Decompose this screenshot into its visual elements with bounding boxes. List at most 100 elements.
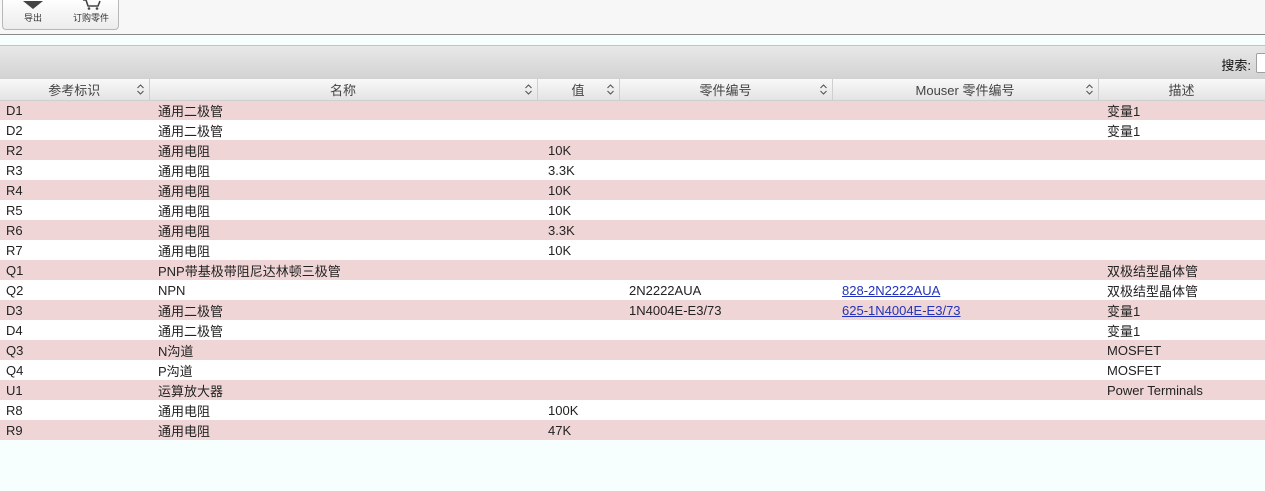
value-cell (537, 120, 619, 140)
value-cell (537, 380, 619, 400)
mouser-part-number-cell (832, 100, 1098, 120)
part-number-cell (619, 420, 832, 440)
part-number-cell (619, 160, 832, 180)
search-input[interactable] (1256, 53, 1265, 73)
name-cell: 运算放大器 (149, 380, 537, 400)
sort-icon (136, 84, 144, 95)
description-cell (1098, 200, 1265, 220)
part-number-cell (619, 320, 832, 340)
column-header-part-number[interactable]: 零件编号 (619, 79, 833, 101)
column-header-ref[interactable]: 参考标识 (0, 79, 150, 101)
part-number-cell (619, 360, 832, 380)
export-button-label: 导出 (23, 13, 42, 23)
description-cell: 双极结型晶体管 (1098, 280, 1265, 300)
value-cell: 10K (537, 240, 619, 260)
table-row: R3 通用电阻 3.3K (0, 160, 1265, 180)
column-header-description[interactable]: 描述 (1098, 79, 1265, 101)
mouser-part-number-cell (832, 320, 1098, 340)
mouser-part-number-cell (832, 360, 1098, 380)
ref-cell: Q3 (0, 340, 149, 360)
value-cell (537, 320, 619, 340)
mouser-part-number-cell (832, 120, 1098, 140)
value-cell: 10K (537, 180, 619, 200)
value-cell (537, 280, 619, 300)
description-cell (1098, 160, 1265, 180)
table-row: R7 通用电阻 10K (0, 240, 1265, 260)
value-cell: 10K (537, 200, 619, 220)
column-header-label: 名称 (329, 82, 356, 98)
ref-cell: Q2 (0, 280, 149, 300)
value-cell: 10K (537, 140, 619, 160)
table-row: Q2 NPN 2N2222AUA 828-2N2222AUA 双极结型晶体管 (0, 280, 1265, 300)
ref-cell: Q4 (0, 360, 149, 380)
column-header-value[interactable]: 值 (537, 79, 620, 101)
table-row: Q4 P沟道 MOSFET (0, 360, 1265, 380)
description-cell (1098, 140, 1265, 160)
header-row: 参考标识 名称 值 零件编号 Mouser 零件编号 描述 (0, 79, 1265, 101)
mouser-part-number-cell (832, 180, 1098, 200)
name-cell: 通用电阻 (149, 200, 537, 220)
mouser-part-number-cell (832, 340, 1098, 360)
table-row: R9 通用电阻 47K (0, 420, 1265, 440)
toolbar-button-group: 导出 订购零件 (2, 0, 119, 30)
export-button[interactable]: 导出 (15, 0, 51, 28)
ref-cell: D1 (0, 100, 149, 120)
table-row: R8 通用电阻 100K (0, 400, 1265, 420)
part-number-cell (619, 260, 832, 280)
description-cell: 变量1 (1098, 300, 1265, 320)
description-cell: 变量1 (1098, 100, 1265, 120)
sort-icon (524, 84, 532, 95)
ref-cell: R3 (0, 160, 149, 180)
part-number-cell (619, 200, 832, 220)
mouser-part-number-cell (832, 160, 1098, 180)
table-row: R4 通用电阻 10K (0, 180, 1265, 200)
name-cell: 通用电阻 (149, 160, 537, 180)
ref-cell: R2 (0, 140, 149, 160)
order-parts-button[interactable]: 订购零件 (63, 0, 119, 28)
description-cell (1098, 240, 1265, 260)
part-number-cell (619, 120, 832, 140)
name-cell: 通用电阻 (149, 220, 537, 240)
table-row: D1 通用二极管 变量1 (0, 100, 1265, 120)
name-cell: 通用电阻 (149, 180, 537, 200)
sort-icon (606, 84, 614, 95)
name-cell: 通用电阻 (149, 140, 537, 160)
name-cell: 通用二极管 (149, 100, 537, 120)
mouser-part-number-cell (832, 220, 1098, 240)
column-header-name[interactable]: 名称 (149, 79, 538, 101)
value-cell: 3.3K (537, 160, 619, 180)
cart-icon (83, 0, 101, 10)
ref-cell: D2 (0, 120, 149, 140)
table-row: Q3 N沟道 MOSFET (0, 340, 1265, 360)
value-cell: 47K (537, 420, 619, 440)
search-bar: 搜索: (0, 45, 1265, 79)
mouser-part-number-cell (832, 400, 1098, 420)
column-header-label: Mouser 零件编号 (915, 82, 1015, 98)
column-header-mouser-part-number[interactable]: Mouser 零件编号 (832, 79, 1099, 101)
table-row: R6 通用电阻 3.3K (0, 220, 1265, 240)
mouser-part-number-cell (832, 240, 1098, 260)
mouser-part-link[interactable]: 625-1N4004E-E3/73 (842, 303, 961, 318)
part-number-cell (619, 100, 832, 120)
table-body: D1 通用二极管 变量1 D2 通用二极管 变量1 R2 通用电阻 10K R3 通用电阻 3.3K R… (0, 100, 1265, 440)
part-number-cell (619, 180, 832, 200)
table-header: 参考标识 名称 值 零件编号 Mouser 零件编号 描述 (0, 79, 1265, 101)
name-cell: NPN (149, 280, 537, 300)
ref-cell: R7 (0, 240, 149, 260)
mouser-part-number-cell (832, 420, 1098, 440)
ref-cell: R6 (0, 220, 149, 240)
table-row: Q1 PNP带基极带阻尼达林顿三极管 双极结型晶体管 (0, 260, 1265, 280)
part-number-cell (619, 240, 832, 260)
name-cell: 通用二极管 (149, 320, 537, 340)
description-cell (1098, 180, 1265, 200)
description-cell (1098, 400, 1265, 420)
name-cell: P沟道 (149, 360, 537, 380)
ref-cell: R9 (0, 420, 149, 440)
download-icon (23, 1, 43, 9)
ref-cell: R8 (0, 400, 149, 420)
mouser-part-link[interactable]: 828-2N2222AUA (842, 283, 940, 298)
name-cell: 通用电阻 (149, 400, 537, 420)
name-cell: 通用电阻 (149, 420, 537, 440)
ref-cell: D4 (0, 320, 149, 340)
part-number-cell (619, 380, 832, 400)
